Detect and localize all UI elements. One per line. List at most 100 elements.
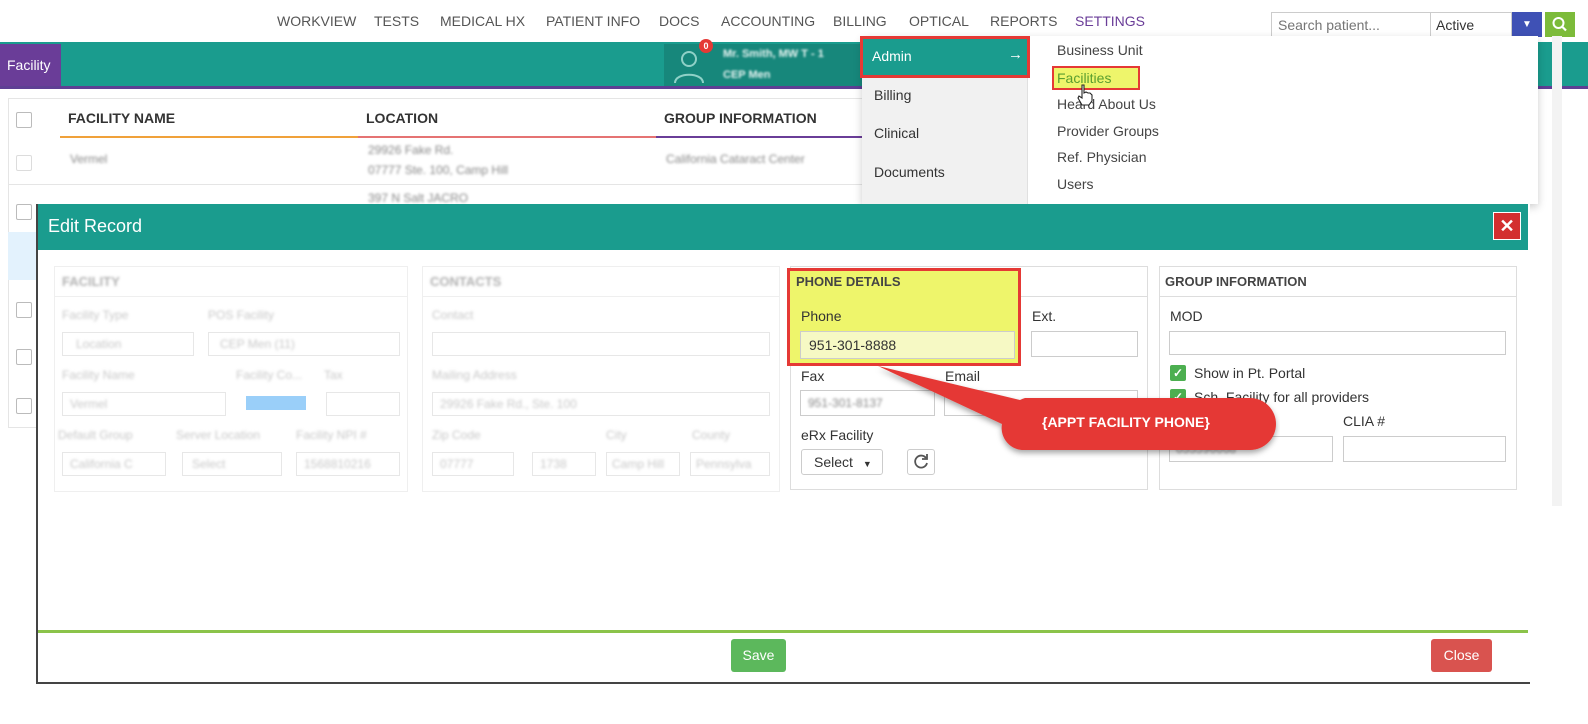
default-group-value: California C (70, 457, 133, 471)
dialog-title: Edit Record (48, 216, 143, 236)
phone-details-heading: PHONE DETAILS (796, 274, 901, 289)
pos-facility-value: CEP Men (11) (220, 337, 295, 351)
facility-tab[interactable]: Facility (0, 44, 61, 86)
zip-code-label: Zip Code (432, 428, 481, 442)
row-location-line1: 397 N Salt JACRO (368, 191, 469, 205)
column-underline (656, 136, 862, 138)
phone-input[interactable]: 951-301-8888 (800, 331, 1015, 359)
row-checkbox[interactable] (16, 204, 32, 220)
arrow-right-icon: → (1008, 46, 1023, 63)
fax-label: Fax (801, 368, 825, 384)
dialog-header (38, 204, 1528, 250)
row-checkbox[interactable] (16, 302, 32, 318)
patient-avatar-icon (674, 51, 704, 84)
mailing-address-value: 29926 Fake Rd., Ste. 100 (440, 397, 577, 411)
search-icon (1552, 17, 1567, 32)
tax-input[interactable] (326, 392, 400, 416)
save-button[interactable]: Save (731, 639, 786, 672)
nav-workview[interactable]: WORKVIEW (277, 13, 356, 29)
row-location-line2: 07777 Ste. 100, Camp Hill (368, 163, 509, 177)
close-button[interactable]: Close (1431, 639, 1492, 672)
callout-label: {APPT FACILITY PHONE} (1042, 414, 1210, 430)
dialog-footer-divider (38, 630, 1528, 633)
panel-divider (54, 296, 408, 297)
nav-accounting[interactable]: ACCOUNTING (721, 13, 815, 29)
facility-npi-value: 1568810216 (304, 457, 371, 471)
menu-item-users[interactable]: Users (1057, 176, 1094, 192)
zip-ext-value: 1738 (540, 457, 567, 471)
column-header-group-information[interactable]: GROUP INFORMATION (664, 110, 817, 126)
caret-down-icon: ▼ (862, 459, 872, 469)
phone-label: Phone (801, 308, 842, 324)
county-label: County (692, 428, 731, 442)
nav-reports[interactable]: REPORTS (990, 13, 1057, 29)
facility-name-value: Vermel (70, 397, 108, 411)
facility-npi-label: Facility NPI # (296, 428, 367, 442)
ext-input[interactable] (1031, 331, 1138, 357)
column-header-location[interactable]: LOCATION (366, 110, 438, 126)
page-scrollbar[interactable] (1552, 36, 1562, 506)
server-location-value: Select (192, 457, 226, 471)
erx-facility-label: eRx Facility (801, 427, 874, 443)
county-value: Pennsylva (696, 457, 752, 471)
row-divider (8, 184, 866, 185)
panel-divider (422, 296, 780, 297)
facility-name-label: Facility Name (62, 368, 135, 382)
selected-row-highlight (8, 232, 36, 280)
row-checkbox[interactable] (16, 155, 32, 171)
callout-bubble (878, 366, 1276, 451)
nav-settings[interactable]: SETTINGS (1075, 13, 1145, 29)
menu-item-ref-physician[interactable]: Ref. Physician (1057, 149, 1146, 165)
menu-item-heard-about-us[interactable]: Heard About Us (1057, 96, 1156, 112)
ext-label: Ext. (1032, 308, 1057, 324)
mod-textarea[interactable] (1169, 331, 1506, 355)
row-checkbox[interactable] (16, 349, 32, 365)
menu-item-documents[interactable]: Documents (874, 164, 945, 180)
facility-type-value: Location (76, 337, 122, 351)
contacts-panel-heading: CONTACTS (430, 274, 502, 289)
city-value: Camp Hill (612, 457, 665, 471)
row-facility-name: Vermel (70, 152, 108, 166)
search-button[interactable] (1545, 12, 1575, 37)
erx-facility-value: Select (814, 454, 853, 470)
server-location-label: Server Location (176, 428, 261, 442)
patient-status-select[interactable]: Active (1430, 12, 1512, 37)
menu-item-facilities[interactable]: Facilities (1052, 66, 1140, 90)
mailing-address-label: Mailing Address (432, 368, 517, 382)
nav-tests[interactable]: TESTS (374, 13, 419, 29)
row-group: California Cataract Center (666, 152, 805, 166)
facility-color-swatch[interactable] (246, 396, 306, 410)
nav-docs[interactable]: DOCS (659, 13, 699, 29)
facility-type-label: Facility Type (62, 308, 129, 322)
patient-name: Mr. Smith, MW T - 1 (723, 48, 824, 60)
contact-label: Contact (432, 308, 474, 322)
nav-medical-hx[interactable]: MEDICAL HX (440, 13, 525, 29)
nav-billing[interactable]: BILLING (833, 13, 887, 29)
menu-item-business-unit[interactable]: Business Unit (1057, 42, 1143, 58)
caret-down-icon: ▼ (1522, 19, 1532, 30)
notification-badge: 0 (699, 39, 713, 53)
row-checkbox[interactable] (16, 398, 32, 414)
close-icon[interactable]: ✕ (1493, 212, 1521, 240)
default-group-label: Default Group (58, 428, 133, 442)
nav-optical[interactable]: OPTICAL (909, 13, 969, 29)
column-underline (60, 136, 358, 138)
select-all-checkbox[interactable] (16, 112, 32, 128)
menu-item-clinical[interactable]: Clinical (874, 125, 919, 141)
panel-divider (1159, 296, 1517, 297)
menu-item-admin[interactable]: Admin (860, 36, 1030, 78)
search-patient-input[interactable] (1271, 12, 1431, 37)
group-information-heading: GROUP INFORMATION (1165, 274, 1307, 289)
column-underline (358, 136, 656, 138)
column-header-facility-name[interactable]: FACILITY NAME (68, 110, 175, 126)
menu-item-provider-groups[interactable]: Provider Groups (1057, 123, 1159, 139)
mod-label: MOD (1170, 308, 1203, 324)
status-dropdown-button[interactable]: ▼ (1512, 12, 1542, 37)
facility-panel-heading: FACILITY (62, 274, 120, 289)
patient-facility: CEP Men (723, 69, 771, 81)
nav-patient-info[interactable]: PATIENT INFO (546, 13, 640, 29)
clia-input[interactable] (1343, 436, 1506, 462)
facility-color-label: Facility Co... (236, 368, 303, 382)
contact-input[interactable] (432, 332, 770, 356)
menu-item-billing[interactable]: Billing (874, 87, 911, 103)
